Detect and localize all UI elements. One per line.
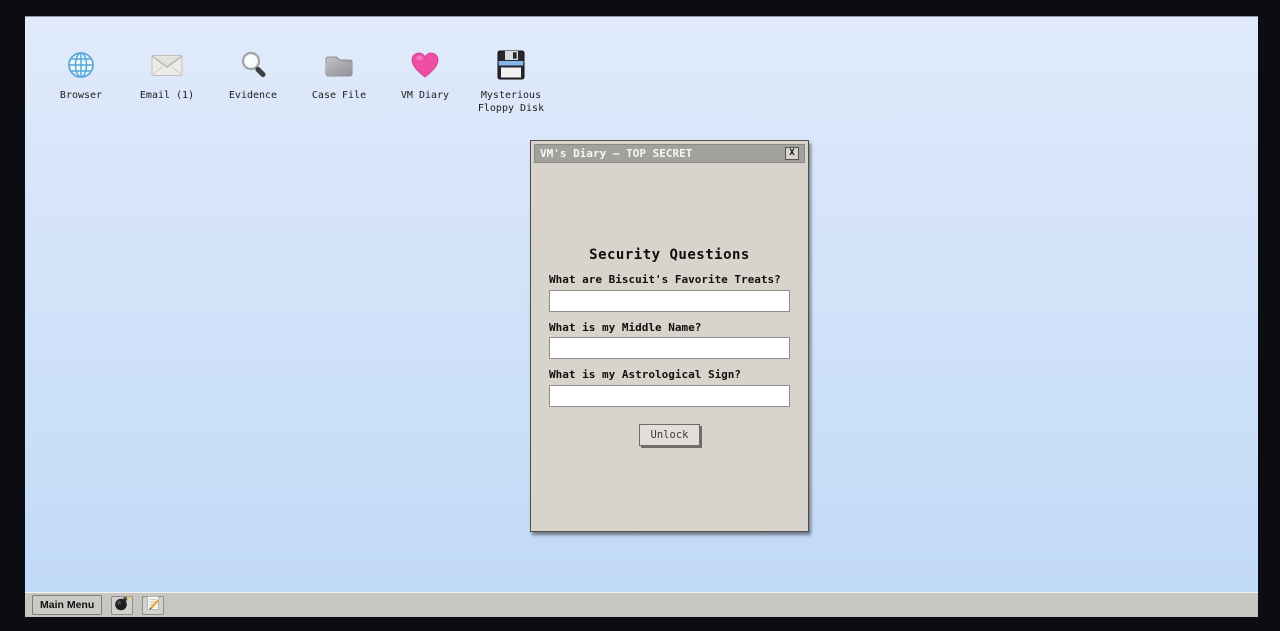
memo-icon	[145, 595, 161, 615]
desktop-icon-label: Email (1)	[140, 89, 194, 102]
desktop-icon-label: Case File	[312, 89, 366, 102]
desktop-icons-row: Browser Email (1) Evidenc	[45, 47, 547, 115]
globe-icon	[66, 47, 96, 83]
unlock-button[interactable]: Unlock	[639, 424, 701, 446]
security-questions-heading: Security Questions	[549, 247, 790, 263]
taskbar-memo-button[interactable]	[142, 596, 164, 615]
heart-icon	[410, 47, 440, 83]
close-button[interactable]: X	[785, 147, 799, 160]
bomb-icon	[114, 595, 130, 615]
magnifier-icon	[240, 47, 267, 83]
question-2-input[interactable]	[549, 337, 790, 359]
desktop-icon-floppy-disk[interactable]: Mysterious Floppy Disk	[475, 47, 547, 115]
desktop-icon-browser[interactable]: Browser	[45, 47, 117, 102]
folder-icon	[324, 47, 354, 83]
question-1-input[interactable]	[549, 290, 790, 312]
desktop-icon-email[interactable]: Email (1)	[131, 47, 203, 102]
desktop-icon-label: Mysterious Floppy Disk	[475, 89, 547, 115]
desktop-icon-label: VM Diary	[401, 89, 449, 102]
question-1-label: What are Biscuit's Favorite Treats?	[549, 273, 790, 286]
desktop-icon-evidence[interactable]: Evidence	[217, 47, 289, 102]
taskbar: Main Menu	[25, 592, 1258, 617]
question-3-input[interactable]	[549, 385, 790, 407]
desktop-icon-case-file[interactable]: Case File	[303, 47, 375, 102]
desktop-icon-label: Evidence	[229, 89, 277, 102]
main-menu-button[interactable]: Main Menu	[32, 595, 102, 615]
security-question-1: What are Biscuit's Favorite Treats?	[549, 273, 790, 312]
window-title: VM's Diary — TOP SECRET	[540, 147, 785, 160]
unlock-row: Unlock	[549, 423, 790, 446]
diary-window-titlebar[interactable]: VM's Diary — TOP SECRET X	[534, 144, 805, 163]
taskbar-bomb-button[interactable]	[111, 596, 133, 615]
question-3-label: What is my Astrological Sign?	[549, 368, 790, 381]
floppy-icon	[497, 47, 525, 83]
desktop: Browser Email (1) Evidenc	[25, 16, 1258, 617]
desktop-icon-vm-diary[interactable]: VM Diary	[389, 47, 461, 102]
diary-window-content: Security Questions What are Biscuit's Fa…	[534, 163, 805, 446]
diary-window: VM's Diary — TOP SECRET X Security Quest…	[530, 140, 809, 532]
security-question-3: What is my Astrological Sign?	[549, 368, 790, 407]
security-question-2: What is my Middle Name?	[549, 321, 790, 360]
envelope-icon	[151, 47, 183, 83]
desktop-icon-label: Browser	[60, 89, 102, 102]
question-2-label: What is my Middle Name?	[549, 321, 790, 334]
